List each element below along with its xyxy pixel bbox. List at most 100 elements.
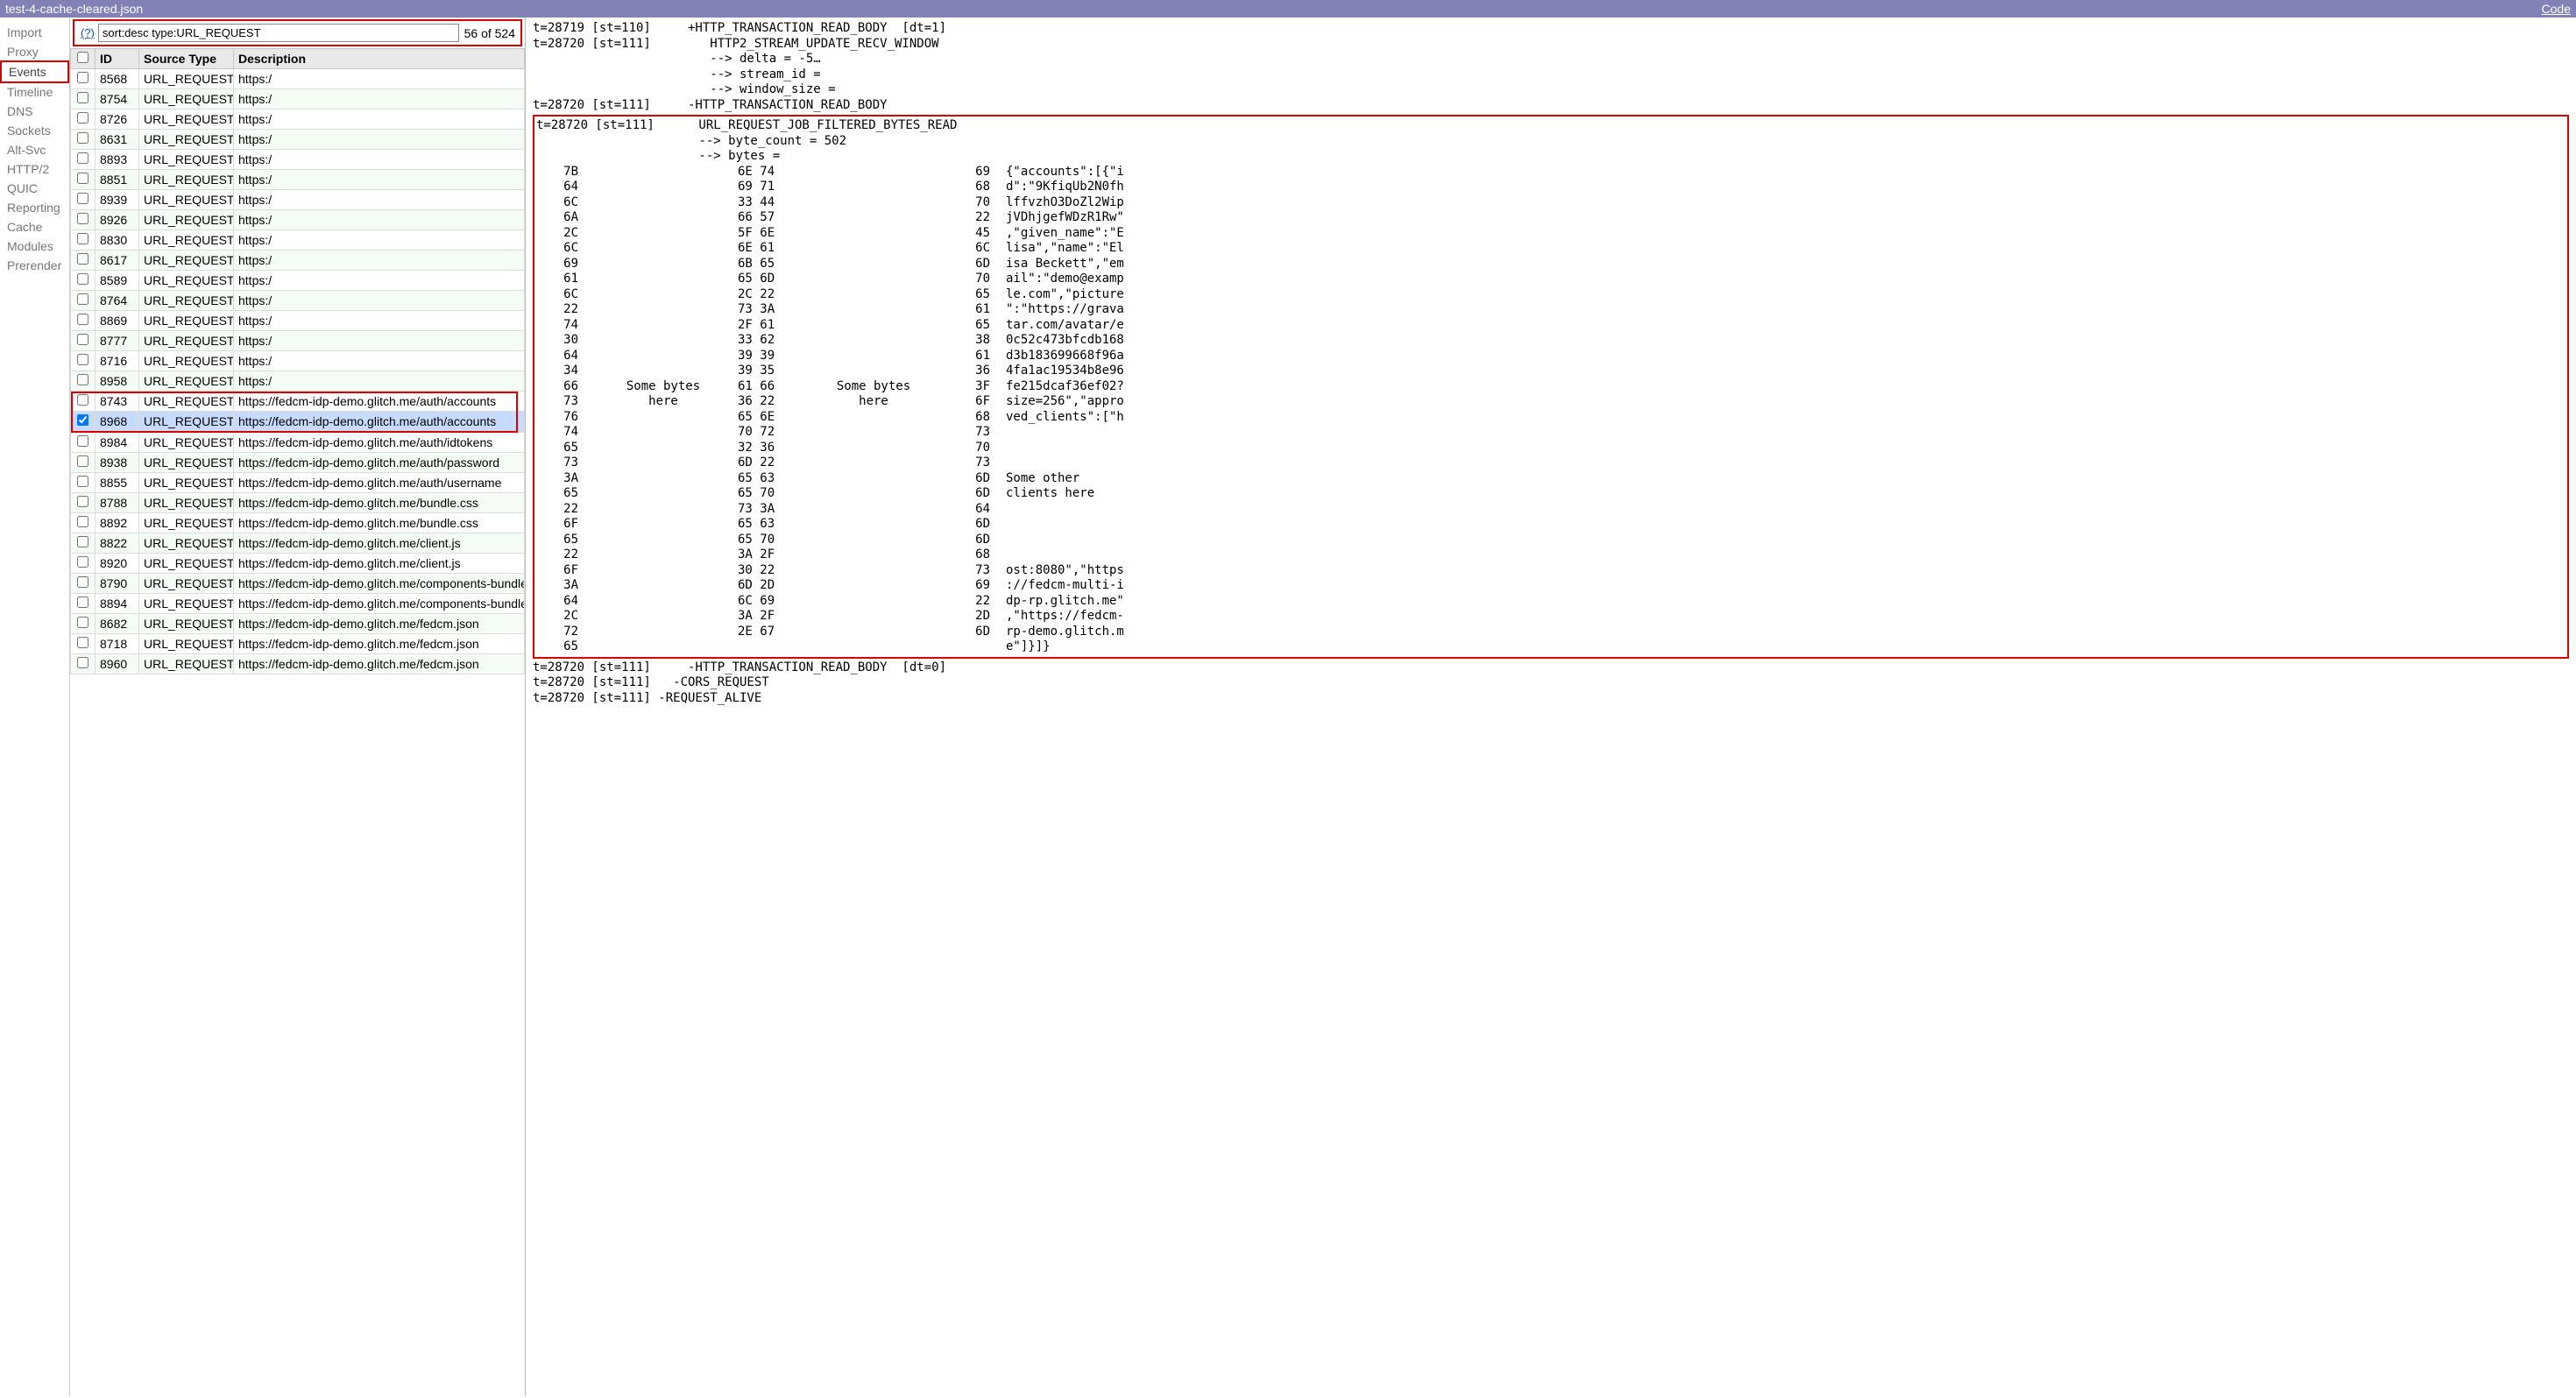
hex-row: 6565 706Dclients here [536, 486, 2565, 502]
table-row[interactable]: 8869URL_REQUESThttps:/ [71, 311, 525, 331]
row-checkbox[interactable] [77, 273, 88, 285]
row-checkbox[interactable] [77, 233, 88, 244]
row-desc: https://fedcm-idp-demo.glitch.me/auth/pa… [234, 453, 525, 473]
table-row[interactable]: 8830URL_REQUESThttps:/ [71, 230, 525, 251]
row-checkbox[interactable] [77, 112, 88, 124]
sidebar-item-events[interactable]: Events [0, 60, 69, 83]
row-id: 8617 [96, 251, 139, 271]
table-row[interactable]: 8851URL_REQUESThttps:/ [71, 170, 525, 190]
row-checkbox[interactable] [77, 597, 88, 608]
row-checkbox[interactable] [77, 72, 88, 83]
code-link[interactable]: Code [2542, 2, 2571, 16]
row-checkbox[interactable] [77, 173, 88, 184]
detail-panel[interactable]: t=28719 [st=110] +HTTP_TRANSACTION_READ_… [526, 18, 2576, 1396]
table-row[interactable]: 8790URL_REQUESThttps://fedcm-idp-demo.gl… [71, 574, 525, 594]
hex-row: 2C5F 6E45,"given_name":"E [536, 226, 2565, 242]
table-row[interactable]: 8892URL_REQUESThttps://fedcm-idp-demo.gl… [71, 513, 525, 533]
table-row[interactable]: 8718URL_REQUESThttps://fedcm-idp-demo.gl… [71, 634, 525, 654]
row-checkbox[interactable] [77, 657, 88, 668]
sidebar-item-sockets[interactable]: Sockets [0, 121, 69, 140]
row-checkbox[interactable] [77, 617, 88, 628]
table-row[interactable]: 8822URL_REQUESThttps://fedcm-idp-demo.gl… [71, 533, 525, 554]
table-row[interactable]: 8568URL_REQUESThttps:/ [71, 69, 525, 89]
table-row[interactable]: 8855URL_REQUESThttps://fedcm-idp-demo.gl… [71, 473, 525, 493]
row-checkbox[interactable] [77, 414, 88, 426]
table-row[interactable]: 8960URL_REQUESThttps://fedcm-idp-demo.gl… [71, 654, 525, 674]
table-row[interactable]: 8920URL_REQUESThttps://fedcm-idp-demo.gl… [71, 554, 525, 574]
table-row[interactable]: 8631URL_REQUESThttps:/ [71, 130, 525, 150]
help-link[interactable]: (?) [81, 26, 95, 39]
sidebar-item-modules[interactable]: Modules [0, 237, 69, 256]
row-id: 8777 [96, 331, 139, 351]
sidebar-item-proxy[interactable]: Proxy [0, 42, 69, 61]
row-type: URL_REQUEST [139, 69, 234, 89]
row-checkbox[interactable] [77, 354, 88, 365]
log-post: t=28720 [st=111] -HTTP_TRANSACTION_READ_… [533, 660, 2569, 707]
col-checkbox[interactable] [71, 49, 96, 69]
table-row[interactable]: 8589URL_REQUESThttps:/ [71, 271, 525, 291]
row-checkbox[interactable] [77, 476, 88, 487]
row-type: URL_REQUEST [139, 473, 234, 493]
col-source[interactable]: Source Type [139, 49, 234, 69]
row-type: URL_REQUEST [139, 130, 234, 150]
sidebar-item-import[interactable]: Import [0, 23, 69, 42]
row-checkbox[interactable] [77, 374, 88, 385]
table-row[interactable]: 8617URL_REQUESThttps:/ [71, 251, 525, 271]
row-type: URL_REQUEST [139, 433, 234, 453]
sidebar-item-quic[interactable]: QUIC [0, 179, 69, 198]
sidebar-item-alt-svc[interactable]: Alt-Svc [0, 140, 69, 159]
table-row[interactable]: 8938URL_REQUESThttps://fedcm-idp-demo.gl… [71, 453, 525, 473]
row-id: 8984 [96, 433, 139, 453]
table-row[interactable]: 8682URL_REQUESThttps://fedcm-idp-demo.gl… [71, 614, 525, 634]
sidebar-item-cache[interactable]: Cache [0, 217, 69, 237]
table-row[interactable]: 8726URL_REQUESThttps:/ [71, 109, 525, 130]
row-checkbox[interactable] [77, 556, 88, 568]
row-type: URL_REQUEST [139, 230, 234, 251]
row-checkbox[interactable] [77, 536, 88, 547]
sidebar-item-timeline[interactable]: Timeline [0, 82, 69, 102]
table-row[interactable]: 8764URL_REQUESThttps:/ [71, 291, 525, 311]
row-checkbox[interactable] [77, 334, 88, 345]
row-checkbox[interactable] [77, 152, 88, 164]
row-checkbox[interactable] [77, 213, 88, 224]
sidebar-item-prerender[interactable]: Prerender [0, 256, 69, 275]
table-row[interactable]: 8777URL_REQUESThttps:/ [71, 331, 525, 351]
table-row[interactable]: 8984URL_REQUESThttps://fedcm-idp-demo.gl… [71, 433, 525, 453]
row-checkbox[interactable] [77, 455, 88, 467]
sidebar-item-reporting[interactable]: Reporting [0, 198, 69, 217]
row-checkbox[interactable] [77, 435, 88, 447]
row-checkbox[interactable] [77, 92, 88, 103]
row-desc: https://fedcm-idp-demo.glitch.me/compone… [234, 594, 525, 614]
events-hscroll[interactable] [70, 1384, 525, 1396]
detail-hscroll[interactable] [533, 706, 2569, 718]
table-row[interactable]: 8788URL_REQUESThttps://fedcm-idp-demo.gl… [71, 493, 525, 513]
row-id: 8926 [96, 210, 139, 230]
col-desc[interactable]: Description [234, 49, 525, 69]
events-table-scroll[interactable]: ID Source Type Description 8568URL_REQUE… [70, 48, 525, 1384]
row-checkbox[interactable] [77, 394, 88, 406]
table-row[interactable]: 8894URL_REQUESThttps://fedcm-idp-demo.gl… [71, 594, 525, 614]
sidebar-item-http/2[interactable]: HTTP/2 [0, 159, 69, 179]
row-id: 8682 [96, 614, 139, 634]
row-checkbox[interactable] [77, 496, 88, 507]
row-checkbox[interactable] [77, 132, 88, 144]
row-type: URL_REQUEST [139, 634, 234, 654]
row-checkbox[interactable] [77, 516, 88, 527]
table-row[interactable]: 8958URL_REQUESThttps:/ [71, 371, 525, 392]
row-checkbox[interactable] [77, 314, 88, 325]
table-row[interactable]: 8893URL_REQUESThttps:/ [71, 150, 525, 170]
row-checkbox[interactable] [77, 193, 88, 204]
table-row[interactable]: 8716URL_REQUESThttps:/ [71, 351, 525, 371]
search-input[interactable] [98, 24, 459, 42]
table-row[interactable]: 8939URL_REQUESThttps:/ [71, 190, 525, 210]
row-checkbox[interactable] [77, 576, 88, 588]
row-checkbox[interactable] [77, 637, 88, 648]
sidebar-item-dns[interactable]: DNS [0, 102, 69, 121]
table-row[interactable]: 8754URL_REQUESThttps:/ [71, 89, 525, 109]
table-row[interactable]: 8968URL_REQUESThttps://fedcm-idp-demo.gl… [71, 412, 525, 432]
col-id[interactable]: ID [96, 49, 139, 69]
row-checkbox[interactable] [77, 293, 88, 305]
table-row[interactable]: 8926URL_REQUESThttps:/ [71, 210, 525, 230]
table-row[interactable]: 8743URL_REQUESThttps://fedcm-idp-demo.gl… [71, 392, 525, 412]
row-checkbox[interactable] [77, 253, 88, 265]
